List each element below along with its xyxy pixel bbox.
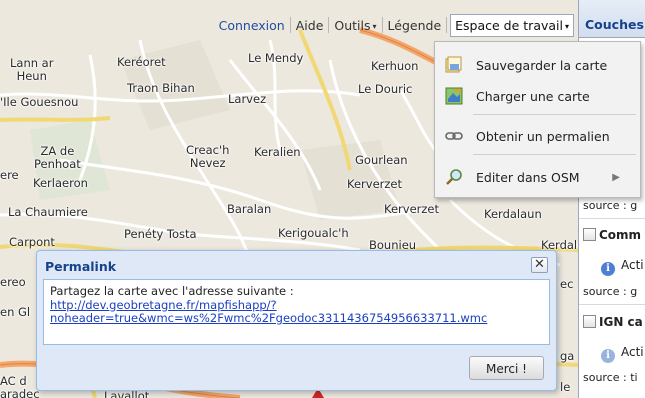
place-label: Lavallot [104, 389, 150, 398]
panel-divider [579, 218, 645, 219]
place-label: ec [560, 277, 574, 291]
place-label: Keréoret [117, 55, 166, 69]
permalink-url-link[interactable]: http://dev.geobretagne.fr/mapfishapp/? no… [50, 298, 487, 326]
espace-de-travail-menu-button[interactable]: Espace de travail ▾ [450, 13, 574, 37]
place-label: ere [0, 168, 19, 182]
panel-divider [579, 304, 645, 305]
place-label: Kerigoualc'h [278, 226, 349, 240]
place-label: aradec [0, 387, 40, 398]
info-icon: i [601, 262, 615, 276]
search-edit-icon [446, 169, 462, 185]
place-label: Kerhuon [371, 59, 419, 73]
menu-item-label: Obtenir un permalien [476, 128, 610, 144]
espace-label: Espace de travail [455, 17, 563, 33]
place-label: Traon Bihan [127, 81, 195, 95]
toolbar-divider [446, 17, 448, 33]
menu-separator [473, 114, 636, 115]
chevron-down-icon: ▾ [372, 21, 377, 31]
menu-item-charger[interactable]: Charger une carte [435, 83, 640, 109]
place-label: La Chaumiere [8, 205, 88, 219]
chevron-down-icon: ▾ [564, 21, 569, 31]
menu-item-permalien[interactable]: Obtenir un permalien [435, 123, 640, 149]
permalink-window: Permalink ✕ Partagez la carte avec l'adr… [36, 250, 557, 391]
place-label: Kerdalaun [484, 207, 542, 221]
permalink-title: Permalink [45, 259, 117, 274]
aide-button[interactable]: Aide [291, 18, 329, 33]
menu-item-label: Editer dans OSM [476, 169, 580, 185]
load-map-icon [445, 87, 463, 105]
place-label: Le Mendy [248, 51, 304, 65]
layer-source-text: source : g [583, 199, 638, 212]
place-label: Carpont [9, 235, 55, 249]
info-icon: i [601, 349, 615, 363]
submenu-arrow-icon: ▶ [612, 171, 620, 183]
layer-row-ign[interactable]: IGN ca [583, 315, 643, 329]
outils-label: Outils [334, 17, 371, 33]
connexion-link[interactable]: Connexion [214, 18, 290, 33]
place-label: 'Ile Gouesnou [0, 95, 79, 109]
place-label: Larvez [228, 92, 267, 106]
layer-action-label: Acti [621, 345, 644, 359]
permalink-body: Partagez la carte avec l'adresse suivant… [43, 279, 550, 345]
place-label: Gourlean [355, 153, 408, 167]
place-label: Kerverzet [347, 177, 403, 191]
top-toolbar: Connexion Aide Outils ▾ Légende Espace de… [0, 12, 578, 38]
workspace-dropdown-menu: Sauvegarder la carte Charger une carte O… [434, 41, 641, 198]
layer-action[interactable]: i Acti [601, 345, 644, 363]
layer-source-text: source : ti [583, 371, 638, 384]
place-label: Lann ar Heun [10, 56, 54, 83]
menu-item-sauvegarder[interactable]: Sauvegarder la carte [435, 52, 640, 78]
place-label: Kerverzet [384, 202, 440, 216]
close-icon[interactable]: ✕ [531, 257, 548, 273]
place-label: Creac'h Nevez [186, 143, 230, 170]
merci-button[interactable]: Merci ! [469, 356, 544, 380]
save-map-icon [445, 56, 462, 73]
place-label: ga [560, 349, 575, 363]
place-label: Keralien [254, 145, 301, 159]
outils-menu-button[interactable]: Outils ▾ [329, 18, 381, 33]
layer-checkbox[interactable] [583, 228, 596, 241]
layer-checkbox[interactable] [583, 315, 596, 328]
place-label: Le Douric [358, 82, 413, 96]
place-label: Penéty Tosta [124, 227, 197, 241]
menu-item-label: Charger une carte [476, 88, 590, 104]
layer-row-comm[interactable]: Comm [583, 228, 641, 242]
place-label: en Gl [0, 305, 31, 319]
layer-action[interactable]: i Acti [601, 258, 644, 276]
place-label: Kerlaeron [33, 176, 88, 190]
menu-item-editer-osm[interactable]: Editer dans OSM ▶ [435, 164, 640, 190]
permalink-message: Partagez la carte avec l'adresse suivant… [50, 284, 294, 298]
place-label: ZA de Penhoat [34, 144, 81, 171]
layers-panel-header: Couches [579, 0, 645, 38]
layer-name: Comm [599, 228, 642, 242]
place-label: ereo [0, 275, 26, 289]
place-label: Baralan [227, 202, 272, 216]
link-icon [445, 132, 463, 140]
menu-item-label: Sauvegarder la carte [476, 57, 608, 73]
place-label: le [560, 380, 571, 394]
menu-separator [473, 154, 636, 155]
layer-source-text: source : g [583, 285, 638, 298]
legende-button[interactable]: Légende [383, 18, 447, 33]
layer-action-label: Acti [621, 258, 644, 272]
layer-name: IGN ca [599, 315, 643, 329]
